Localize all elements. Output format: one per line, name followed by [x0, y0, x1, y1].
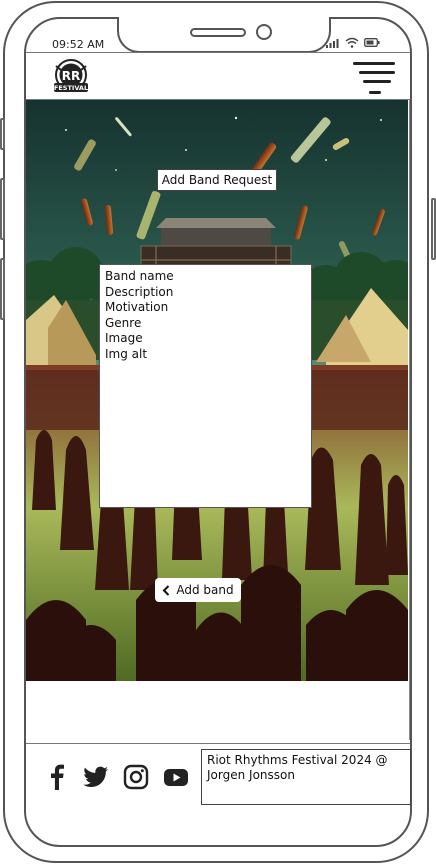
- facebook-icon[interactable]: [44, 764, 70, 790]
- page-title: Add Band Request: [157, 169, 277, 191]
- twitter-icon[interactable]: [83, 764, 109, 790]
- form-field-genre[interactable]: Genre: [105, 316, 306, 332]
- chevron-left-icon: [162, 585, 170, 596]
- logo-text: RR: [62, 69, 80, 83]
- signal-icon: [326, 38, 340, 48]
- copyright-text: Riot Rhythms Festival 2024 @ Jorgen Jons…: [201, 749, 411, 805]
- form-field-description[interactable]: Description: [105, 285, 306, 301]
- phone-side-button: [0, 118, 5, 150]
- phone-side-button: [0, 178, 5, 240]
- camera: [256, 24, 272, 40]
- navbar: RR FESTIVAL: [26, 52, 410, 100]
- page-edge-line: [409, 100, 410, 740]
- hamburger-menu-icon[interactable]: [353, 58, 395, 96]
- battery-icon: [364, 38, 380, 47]
- wifi-icon: [345, 37, 359, 48]
- form-field-image[interactable]: Image: [105, 331, 306, 347]
- youtube-icon[interactable]: [163, 764, 189, 790]
- add-band-button[interactable]: Add band: [155, 578, 241, 602]
- status-icons: [326, 37, 380, 48]
- add-band-button-label: Add band: [176, 583, 233, 597]
- logo-subtext: FESTIVAL: [54, 84, 88, 92]
- speaker: [190, 28, 246, 37]
- form-field-band-name[interactable]: Band name: [105, 269, 306, 285]
- phone-side-button: [0, 258, 5, 320]
- band-request-form: Band name Description Motivation Genre I…: [99, 264, 312, 508]
- form-field-img-alt[interactable]: Img alt: [105, 347, 306, 363]
- phone-side-button: [431, 198, 436, 260]
- instagram-icon[interactable]: [123, 764, 149, 790]
- festival-logo[interactable]: RR FESTIVAL: [48, 58, 94, 94]
- footer-divider: [26, 743, 410, 744]
- status-time: 09:52 AM: [52, 38, 104, 51]
- form-field-motivation[interactable]: Motivation: [105, 300, 306, 316]
